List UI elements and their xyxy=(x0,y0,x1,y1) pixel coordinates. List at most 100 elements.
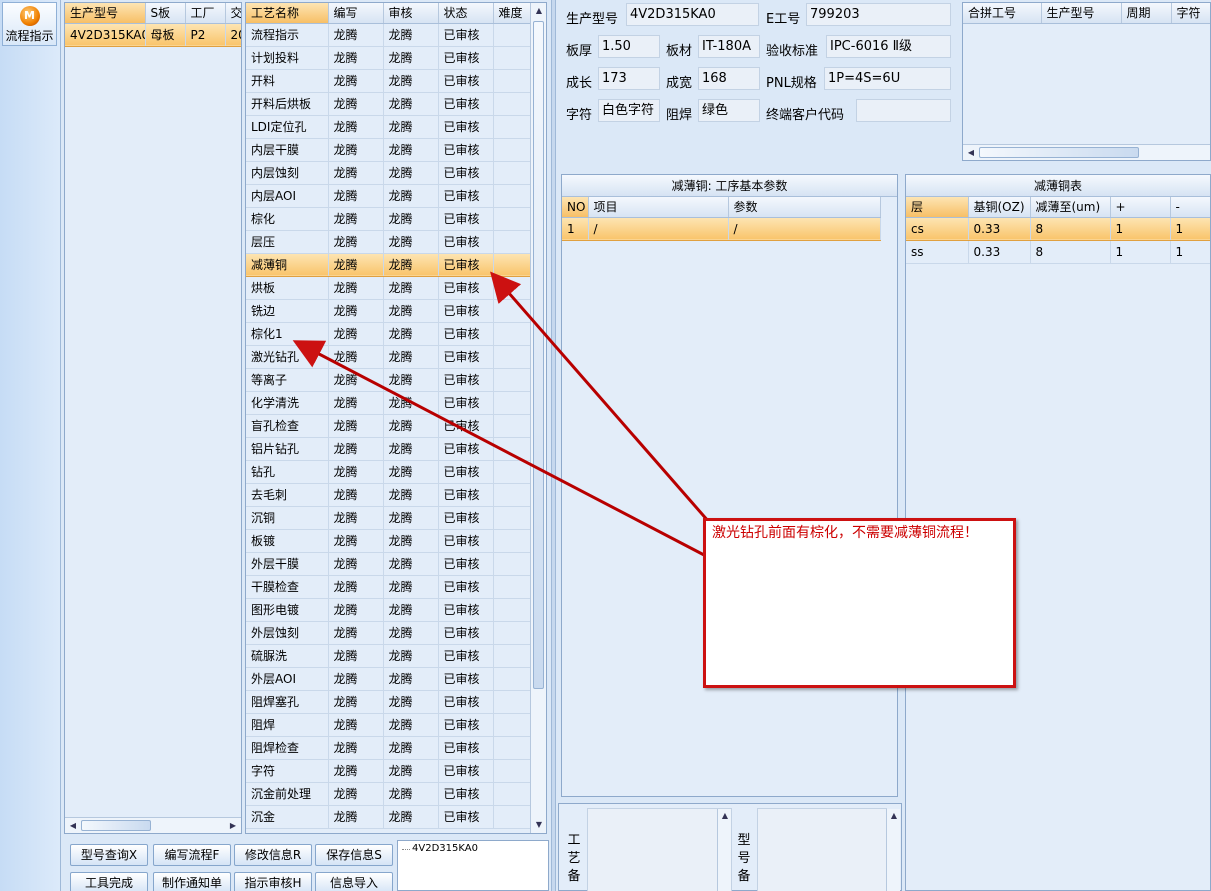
table-cell[interactable]: 铝片钻孔 xyxy=(246,437,329,461)
table-cell[interactable]: 龙腾 xyxy=(328,621,384,645)
table-cell[interactable]: 已审核 xyxy=(438,506,494,530)
table-cell[interactable]: 4V2D315KA0 xyxy=(65,22,146,47)
table-cell[interactable]: 已审核 xyxy=(438,437,494,461)
table-cell[interactable]: 龙腾 xyxy=(383,529,439,553)
table-cell[interactable]: 1 xyxy=(562,216,589,241)
table-cell[interactable]: 已审核 xyxy=(438,161,494,185)
table-cell[interactable] xyxy=(493,69,531,93)
table-cell[interactable]: 龙腾 xyxy=(328,207,384,231)
table-cell[interactable]: 已审核 xyxy=(438,460,494,484)
table-cell[interactable] xyxy=(493,161,531,185)
table-cell[interactable]: 铣边 xyxy=(246,299,329,323)
table-cell[interactable]: 沉铜 xyxy=(246,506,329,530)
scroll-up-icon[interactable]: ▲ xyxy=(887,809,901,823)
table-cell[interactable]: 已审核 xyxy=(438,138,494,162)
table-cell[interactable]: 龙腾 xyxy=(328,437,384,461)
table-cell[interactable]: 激光钻孔 xyxy=(246,345,329,369)
process-row[interactable]: 图形电镀 龙腾 龙腾 已审核 xyxy=(246,598,531,622)
table-cell[interactable]: 已审核 xyxy=(438,414,494,438)
table-cell[interactable]: 龙腾 xyxy=(383,782,439,806)
column-header[interactable]: 项目 xyxy=(588,197,729,218)
table-cell[interactable]: 外层干膜 xyxy=(246,552,329,576)
column-header[interactable]: 参数 xyxy=(728,197,881,218)
table-cell[interactable]: 1 xyxy=(1110,216,1171,241)
table-cell[interactable]: 龙腾 xyxy=(328,529,384,553)
orders-hscrollbar[interactable]: ◀ ▶ xyxy=(65,817,241,833)
tool-done-button[interactable]: 工具完成 xyxy=(70,872,148,891)
column-header[interactable]: - xyxy=(1170,197,1210,218)
table-cell[interactable]: 龙腾 xyxy=(383,460,439,484)
scroll-thumb[interactable] xyxy=(533,21,544,689)
process-row[interactable]: 阻焊 龙腾 龙腾 已审核 xyxy=(246,713,531,737)
table-cell[interactable]: 化学清洗 xyxy=(246,391,329,415)
table-cell[interactable]: 已审核 xyxy=(438,46,494,70)
scroll-down-icon[interactable]: ▼ xyxy=(532,818,546,832)
table-cell[interactable]: 龙腾 xyxy=(383,92,439,116)
table-cell[interactable]: 龙腾 xyxy=(383,276,439,300)
table-cell[interactable]: 已审核 xyxy=(438,483,494,507)
table-cell[interactable]: 龙腾 xyxy=(383,759,439,783)
table-cell[interactable]: 已审核 xyxy=(438,92,494,116)
table-cell[interactable]: 龙腾 xyxy=(328,46,384,70)
table-cell[interactable]: 内层AOI xyxy=(246,184,329,208)
table-cell[interactable]: 干膜检查 xyxy=(246,575,329,599)
process-row[interactable]: 板镀 龙腾 龙腾 已审核 xyxy=(246,529,531,553)
process-remark-field[interactable] xyxy=(587,808,732,891)
tree-root-node[interactable]: 4V2D315KA0 xyxy=(412,843,478,854)
table-cell[interactable] xyxy=(493,276,531,300)
table-cell[interactable]: 龙腾 xyxy=(328,299,384,323)
process-row[interactable]: 硫脲洗 龙腾 龙腾 已审核 xyxy=(246,644,531,668)
table-cell[interactable]: 龙腾 xyxy=(328,345,384,369)
table-cell[interactable]: / xyxy=(728,216,881,241)
table-cell[interactable]: 龙腾 xyxy=(383,207,439,231)
table-cell[interactable]: 盲孔检查 xyxy=(246,414,329,438)
table-cell[interactable]: 阻焊检查 xyxy=(246,736,329,760)
table-cell[interactable] xyxy=(493,506,531,530)
table-cell[interactable] xyxy=(493,805,531,829)
column-header[interactable]: 审核 xyxy=(383,3,439,24)
process-row[interactable]: 内层AOI 龙腾 龙腾 已审核 xyxy=(246,184,531,208)
table-cell[interactable]: 已审核 xyxy=(438,184,494,208)
table-cell[interactable]: 龙腾 xyxy=(383,667,439,691)
table-cell[interactable]: 已审核 xyxy=(438,667,494,691)
process-row[interactable]: 沉金 龙腾 龙腾 已审核 xyxy=(246,805,531,829)
table-cell[interactable]: 1 xyxy=(1110,240,1171,264)
table-cell[interactable]: 已审核 xyxy=(438,805,494,829)
table-cell[interactable]: 去毛刺 xyxy=(246,483,329,507)
table-cell[interactable]: 龙腾 xyxy=(328,483,384,507)
table-cell[interactable]: 已审核 xyxy=(438,299,494,323)
table-cell[interactable]: 龙腾 xyxy=(328,23,384,47)
process-row[interactable]: 化学清洗 龙腾 龙腾 已审核 xyxy=(246,391,531,415)
table-cell[interactable] xyxy=(493,575,531,599)
table-cell[interactable]: 龙腾 xyxy=(328,322,384,346)
process-row[interactable]: 外层干膜 龙腾 龙腾 已审核 xyxy=(246,552,531,576)
table-cell[interactable]: 龙腾 xyxy=(328,161,384,185)
table-cell[interactable]: 烘板 xyxy=(246,276,329,300)
table-cell[interactable]: 龙腾 xyxy=(383,230,439,254)
table-cell[interactable]: 棕化1 xyxy=(246,322,329,346)
table-cell[interactable]: 龙腾 xyxy=(383,299,439,323)
write-flow-button[interactable]: 编写流程F xyxy=(153,844,231,866)
table-cell[interactable]: 龙腾 xyxy=(328,736,384,760)
table-cell[interactable] xyxy=(493,115,531,139)
table-cell[interactable]: 龙腾 xyxy=(328,552,384,576)
table-cell[interactable]: 龙腾 xyxy=(383,184,439,208)
process-row[interactable]: 外层AOI 龙腾 龙腾 已审核 xyxy=(246,667,531,691)
table-cell[interactable]: 8 xyxy=(1030,216,1111,241)
table-cell[interactable]: 龙腾 xyxy=(383,644,439,668)
flow-indicator-button[interactable]: M 流程指示 xyxy=(2,2,57,46)
table-cell[interactable]: 20 xyxy=(225,22,241,47)
table-cell[interactable]: 龙腾 xyxy=(383,690,439,714)
table-cell[interactable] xyxy=(493,322,531,346)
table-cell[interactable] xyxy=(493,138,531,162)
table-cell[interactable] xyxy=(493,23,531,47)
process-row[interactable]: 烘板 龙腾 龙腾 已审核 xyxy=(246,276,531,300)
table-cell[interactable]: 层压 xyxy=(246,230,329,254)
column-header[interactable]: 状态 xyxy=(438,3,494,24)
table-cell[interactable] xyxy=(493,644,531,668)
column-header[interactable]: NO xyxy=(562,197,589,218)
table-cell[interactable]: 字符 xyxy=(246,759,329,783)
table-cell[interactable]: 龙腾 xyxy=(383,138,439,162)
process-row[interactable]: 计划投料 龙腾 龙腾 已审核 xyxy=(246,46,531,70)
column-header[interactable]: 交 xyxy=(225,3,241,24)
